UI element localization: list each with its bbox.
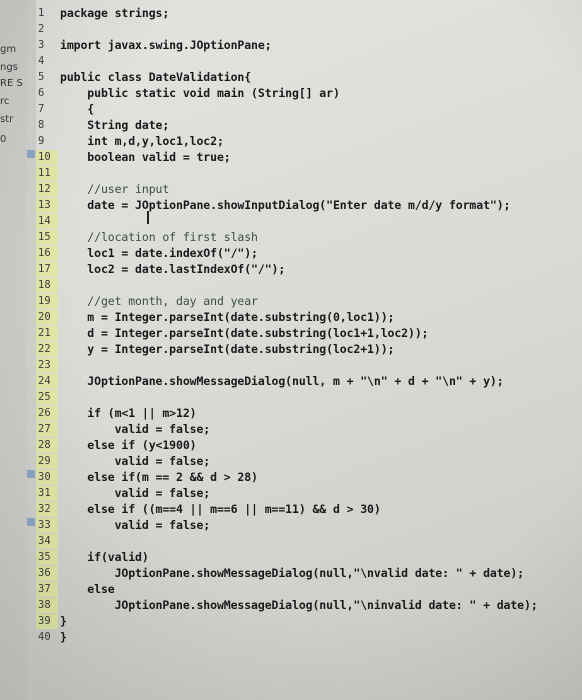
line-number: 13 — [36, 198, 58, 213]
code-line[interactable]: JOptionPane.showMessageDialog(null, m + … — [60, 374, 503, 389]
line-number: 3 — [38, 39, 45, 51]
line-number: 14 — [36, 214, 58, 229]
line-number: 35 — [36, 550, 58, 565]
line-number: 22 — [36, 342, 58, 357]
line-number: 21 — [36, 326, 58, 341]
code-line[interactable]: valid = false; — [60, 422, 211, 437]
explorer-item[interactable]: gm — [0, 44, 16, 55]
code-editor[interactable]: package strings; import javax.swing.JOpti… — [60, 0, 582, 700]
line-number: 1 — [38, 7, 45, 19]
code-line[interactable]: package strings; — [60, 6, 169, 21]
line-number: 9 — [38, 135, 45, 147]
line-number: 32 — [36, 502, 58, 517]
code-line[interactable]: //get month, day and year — [60, 294, 258, 309]
explorer-item[interactable]: str — [0, 114, 13, 125]
line-number: 25 — [36, 390, 58, 405]
line-number: 4 — [38, 55, 45, 67]
line-number: 39 — [36, 614, 58, 629]
line-number: 20 — [36, 310, 58, 325]
code-line[interactable]: boolean valid = true; — [60, 150, 230, 165]
editor-window: gm ngs RE Src str 0 1 2 3 4 5 6 7 8 9 10 11 12 13 14 15 16 1… — [0, 0, 582, 700]
code-line[interactable]: public class DateValidation{ — [60, 70, 251, 85]
line-number: 7 — [38, 103, 45, 115]
line-number: 28 — [36, 438, 58, 453]
code-line[interactable]: valid = false; — [60, 454, 211, 469]
code-line[interactable]: valid = false; — [60, 518, 211, 533]
code-line[interactable]: d = Integer.parseInt(date.substring(loc1… — [60, 326, 428, 341]
line-number: 26 — [36, 406, 58, 421]
line-number: 2 — [38, 23, 45, 35]
ruler-marker[interactable] — [27, 470, 35, 478]
explorer-item[interactable]: ngs — [0, 62, 18, 73]
code-line[interactable]: int m,d,y,loc1,loc2; — [60, 134, 224, 149]
ruler-marker[interactable] — [27, 518, 35, 526]
code-line[interactable]: else if(m == 2 && d > 28) — [60, 470, 258, 485]
code-line[interactable]: JOptionPane.showMessageDialog(null,"\nva… — [60, 566, 525, 581]
line-number: 12 — [36, 182, 58, 197]
line-number: 36 — [36, 566, 58, 581]
code-line[interactable]: } — [60, 630, 67, 645]
line-number: 19 — [36, 294, 58, 309]
code-line[interactable]: loc2 = date.lastIndexOf("/"); — [60, 262, 285, 277]
line-number: 27 — [36, 422, 58, 437]
code-line[interactable]: else if ((m==4 || m==6 || m==11) && d > … — [60, 502, 381, 517]
code-line[interactable]: y = Integer.parseInt(date.substring(loc2… — [60, 342, 394, 357]
explorer-item[interactable]: RE S — [0, 78, 23, 89]
code-line[interactable]: //user input — [60, 182, 169, 197]
line-number: 29 — [36, 454, 58, 469]
line-number: 11 — [36, 166, 58, 181]
line-number: 23 — [36, 358, 58, 373]
code-line[interactable]: { — [60, 102, 94, 117]
code-line[interactable]: } — [60, 614, 67, 629]
code-line[interactable]: import javax.swing.JOptionPane; — [60, 38, 272, 53]
line-number-gutter: 1 2 3 4 5 6 7 8 9 10 11 12 13 14 15 16 17 18 19 20 21 22 23 24 2… — [36, 0, 58, 700]
line-number: 31 — [36, 486, 58, 501]
code-line[interactable]: JOptionPane.showMessageDialog(null,"\nin… — [60, 598, 538, 613]
line-number: 30 — [36, 470, 58, 485]
line-number: 24 — [36, 374, 58, 389]
line-number: 10 — [36, 150, 58, 165]
line-number: 40 — [38, 631, 51, 643]
line-number: 15 — [36, 230, 58, 245]
line-number: 18 — [36, 278, 58, 293]
ruler-marker[interactable] — [27, 150, 35, 158]
code-line[interactable]: //location of first slash — [60, 230, 258, 245]
code-line[interactable]: String date; — [60, 118, 169, 133]
line-number: 34 — [36, 534, 58, 549]
explorer-item[interactable]: rc — [0, 96, 9, 107]
line-number: 17 — [36, 262, 58, 277]
code-line[interactable]: public static void main (String[] ar) — [60, 86, 340, 101]
code-line[interactable]: m = Integer.parseInt(date.substring(0,lo… — [60, 310, 394, 325]
line-number: 5 — [38, 71, 45, 83]
code-line[interactable]: loc1 = date.indexOf("/"); — [60, 246, 258, 261]
package-explorer-panel[interactable]: gm ngs RE S rc str 0 — [0, 0, 27, 700]
code-line[interactable]: else — [60, 582, 114, 597]
overview-ruler — [26, 0, 36, 700]
code-line[interactable]: date = JOptionPane.showInputDialog("Ente… — [60, 198, 510, 213]
code-line[interactable]: valid = false; — [60, 486, 211, 501]
line-number: 37 — [36, 582, 58, 597]
line-number: 16 — [36, 246, 58, 261]
explorer-item[interactable]: 0 — [0, 134, 6, 145]
line-number: 38 — [36, 598, 58, 613]
code-line[interactable]: if (m<1 || m>12) — [60, 406, 196, 421]
line-number: 8 — [38, 119, 45, 131]
line-number: 33 — [36, 518, 58, 533]
code-line[interactable]: else if (y<1900) — [60, 438, 196, 453]
line-number: 6 — [38, 87, 45, 99]
code-line[interactable]: if(valid) — [60, 550, 149, 565]
